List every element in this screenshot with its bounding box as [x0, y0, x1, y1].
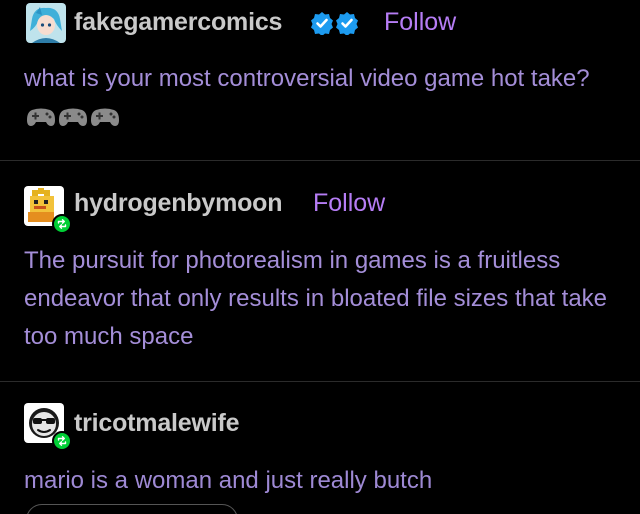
post-body: The pursuit for photorealism in games is… [24, 242, 624, 356]
reblog-icon [52, 214, 72, 234]
post-body-text: what is your most controversial video ga… [24, 65, 590, 92]
post-tricotmalewife: tricotmalewife mario is a woman and just… [0, 382, 640, 514]
post-body: mario is a woman and just really butch [24, 462, 624, 500]
verified-badge-icon [311, 12, 333, 35]
follow-button[interactable]: Follow [384, 7, 456, 37]
avatar[interactable] [24, 403, 72, 451]
verified-badges-icon [311, 12, 358, 35]
reblog-icon [52, 431, 72, 451]
anime-character-avatar-icon [26, 3, 66, 43]
gamepad-icon [91, 108, 119, 126]
username[interactable]: hydrogenbymoon [74, 188, 283, 218]
verified-badge-icon [336, 12, 358, 35]
post-body: what is your most controversial video ga… [24, 60, 624, 136]
post-body-text: mario is a woman and just really butch [24, 467, 433, 494]
username[interactable]: tricotmalewife [74, 408, 240, 438]
post-fakegamercomics: fakegamercomics Follow what is your most… [0, 0, 640, 160]
avatar[interactable] [24, 186, 72, 234]
post-hydrogenbymoon: hydrogenbymoon Follow The pursuit for ph… [0, 161, 640, 381]
reblog-thread: fakegamercomics Follow what is your most… [0, 0, 640, 514]
username[interactable]: fakegamercomics [74, 7, 282, 37]
gamepad-icon [27, 108, 55, 126]
avatar[interactable] [26, 3, 66, 43]
gamepad-icon [59, 108, 87, 126]
partial-button[interactable] [26, 504, 238, 514]
post-body-text: The pursuit for photorealism in games is… [24, 247, 608, 350]
follow-button[interactable]: Follow [313, 188, 385, 218]
